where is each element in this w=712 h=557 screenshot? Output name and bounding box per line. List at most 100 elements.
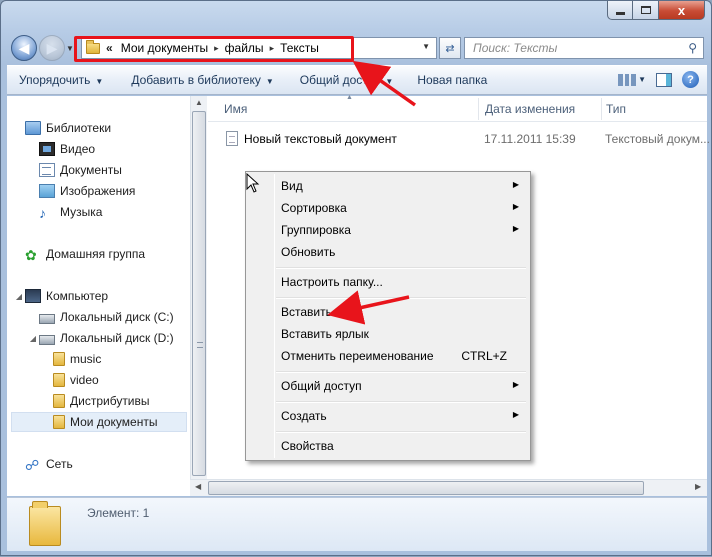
menu-separator xyxy=(276,371,526,373)
forward-arrow-icon: ▶ xyxy=(46,39,58,56)
item-count: Элемент: 1 xyxy=(87,506,150,520)
menu-item-label: Вставить xyxy=(281,305,332,319)
maximize-icon xyxy=(640,6,651,14)
menu-item-refresh[interactable]: Обновить xyxy=(281,242,527,262)
search-icon[interactable]: ⚲ xyxy=(688,41,697,55)
preview-pane-icon[interactable] xyxy=(656,72,672,87)
share-button[interactable]: Общий доступ ▼ xyxy=(292,73,402,87)
menu-item-undo-rename[interactable]: Отменить переименование CTRL+Z xyxy=(281,346,527,366)
folder-icon xyxy=(53,373,65,387)
share-label: Общий доступ xyxy=(299,73,381,87)
drive-icon xyxy=(39,334,55,345)
sidebar-item-documents[interactable]: Документы xyxy=(29,160,122,180)
sidebar-item-label: video xyxy=(70,373,99,387)
sidebar-item-video[interactable]: Видео xyxy=(29,139,95,159)
menu-item-label: Свойства xyxy=(281,439,334,453)
column-date[interactable]: Дата изменения xyxy=(485,102,575,116)
forward-button[interactable]: ▶ xyxy=(39,35,65,61)
list-item[interactable]: Новый текстовый документ 17.11.2011 15:3… xyxy=(226,130,710,148)
menu-item-sort[interactable]: Сортировка ▶ xyxy=(281,198,527,218)
search-input[interactable]: Поиск: Тексты ⚲ xyxy=(464,37,704,59)
menu-item-paste-shortcut[interactable]: Вставить ярлык xyxy=(281,324,527,344)
scroll-right-icon[interactable]: ▶ xyxy=(695,482,701,491)
sidebar-item-label: Документы xyxy=(60,163,122,177)
menu-item-label: Обновить xyxy=(281,245,336,259)
submenu-arrow-icon: ▶ xyxy=(512,380,519,389)
scroll-up-icon[interactable]: ▲ xyxy=(195,98,203,107)
menu-item-label: Настроить папку... xyxy=(281,275,383,289)
chevron-down-icon: ▼ xyxy=(95,77,104,86)
sidebar-item-music[interactable]: ♪ Музыка xyxy=(29,202,102,222)
sidebar-item-label: music xyxy=(70,352,102,366)
sidebar-item-network[interactable]: ☍ Сеть xyxy=(15,454,73,474)
sidebar-item-computer[interactable]: ◢ Компьютер xyxy=(15,286,108,306)
folder-icon xyxy=(53,352,65,366)
history-dropdown-icon[interactable]: ▼ xyxy=(66,44,74,53)
scrollbar-thumb[interactable] xyxy=(208,481,644,495)
menu-item-label: Группировка xyxy=(281,223,351,237)
menu-item-new[interactable]: Создать ▶ xyxy=(281,406,527,426)
sidebar-item-libraries[interactable]: Библиотеки xyxy=(15,118,111,138)
collapse-icon[interactable]: ◢ xyxy=(29,334,37,343)
back-button[interactable]: ◀ xyxy=(11,35,37,61)
sidebar-item-label: Домашняя группа xyxy=(46,247,146,261)
menu-item-group[interactable]: Группировка ▶ xyxy=(281,220,527,240)
close-button[interactable]: x xyxy=(659,1,705,20)
help-icon[interactable]: ? xyxy=(682,71,699,88)
sidebar-item-folder-video[interactable]: video xyxy=(43,370,99,390)
menu-item-label: Создать xyxy=(281,409,327,423)
add-to-library-button[interactable]: Добавить в библиотеку ▼ xyxy=(123,73,281,87)
new-folder-button[interactable]: Новая папка xyxy=(409,73,495,87)
context-menu: Вид ▶ Сортировка ▶ Группировка ▶ Обновить Н… xyxy=(245,171,531,461)
address-dropdown-icon[interactable]: ▼ xyxy=(422,42,430,51)
file-date: 17.11.2011 15:39 xyxy=(484,132,576,146)
menu-item-label: Вид xyxy=(281,179,303,193)
toolbar-right: ▼ ? xyxy=(618,71,699,88)
back-arrow-icon: ◀ xyxy=(18,39,30,56)
sidebar-item-label: Музыка xyxy=(60,205,103,219)
sidebar-item-label: Мои документы xyxy=(70,415,158,429)
shortcut-label: CTRL+Z xyxy=(461,349,507,363)
sidebar-item-images[interactable]: Изображения xyxy=(29,181,135,201)
menu-item-view[interactable]: Вид ▶ xyxy=(281,176,527,196)
sidebar-item-label: Изображения xyxy=(60,184,136,198)
sidebar-item-disk-c[interactable]: Локальный диск (C:) xyxy=(29,307,174,327)
folder-icon xyxy=(53,415,65,429)
computer-icon xyxy=(25,289,41,303)
column-type[interactable]: Тип xyxy=(606,102,626,116)
maximize-button[interactable] xyxy=(633,1,659,20)
minimize-button[interactable] xyxy=(607,1,633,20)
menu-item-properties[interactable]: Свойства xyxy=(281,436,527,456)
details-pane: Элемент: 1 xyxy=(7,497,707,551)
menu-item-share[interactable]: Общий доступ ▶ xyxy=(281,376,527,396)
sidebar-item-folder-music[interactable]: music xyxy=(43,349,101,369)
video-icon xyxy=(39,142,55,156)
navigation-scrollbar[interactable]: ▲ ▼ xyxy=(190,96,207,496)
refresh-button[interactable]: ⇄ xyxy=(439,37,461,59)
sidebar-item-folder-distr[interactable]: Дистрибутивы xyxy=(43,391,150,411)
close-icon: x xyxy=(677,2,686,18)
submenu-arrow-icon: ▶ xyxy=(512,224,519,233)
change-view-icon[interactable] xyxy=(618,72,637,88)
chevron-down-icon[interactable]: ▼ xyxy=(638,75,646,84)
mouse-cursor-icon xyxy=(246,173,260,193)
collapse-icon[interactable]: ◢ xyxy=(15,292,23,301)
music-note-icon: ♪ xyxy=(39,205,46,221)
homegroup-icon: ✿ xyxy=(25,247,37,263)
sidebar-item-disk-d[interactable]: ◢ Локальный диск (D:) xyxy=(29,328,174,348)
organize-button[interactable]: Упорядочить ▼ xyxy=(11,73,111,87)
column-name[interactable]: Имя xyxy=(224,102,247,116)
sidebar-item-label: Компьютер xyxy=(46,289,109,303)
sidebar-item-mydocs[interactable]: Мои документы xyxy=(11,412,187,432)
organize-label: Упорядочить xyxy=(19,73,91,87)
horizontal-scrollbar[interactable]: ◀ ▶ xyxy=(190,479,707,496)
chevron-down-icon: ▼ xyxy=(385,77,394,86)
network-icon: ☍ xyxy=(25,457,40,473)
menu-item-label: Сортировка xyxy=(281,201,347,215)
menu-item-paste[interactable]: Вставить xyxy=(281,302,527,322)
menu-item-label: Отменить переименование xyxy=(281,349,434,363)
menu-item-customize[interactable]: Настроить папку... xyxy=(281,272,527,292)
scroll-left-icon[interactable]: ◀ xyxy=(195,482,201,491)
sidebar-item-homegroup[interactable]: ✿ Домашняя группа xyxy=(15,244,145,264)
scrollbar-thumb[interactable] xyxy=(192,111,206,476)
